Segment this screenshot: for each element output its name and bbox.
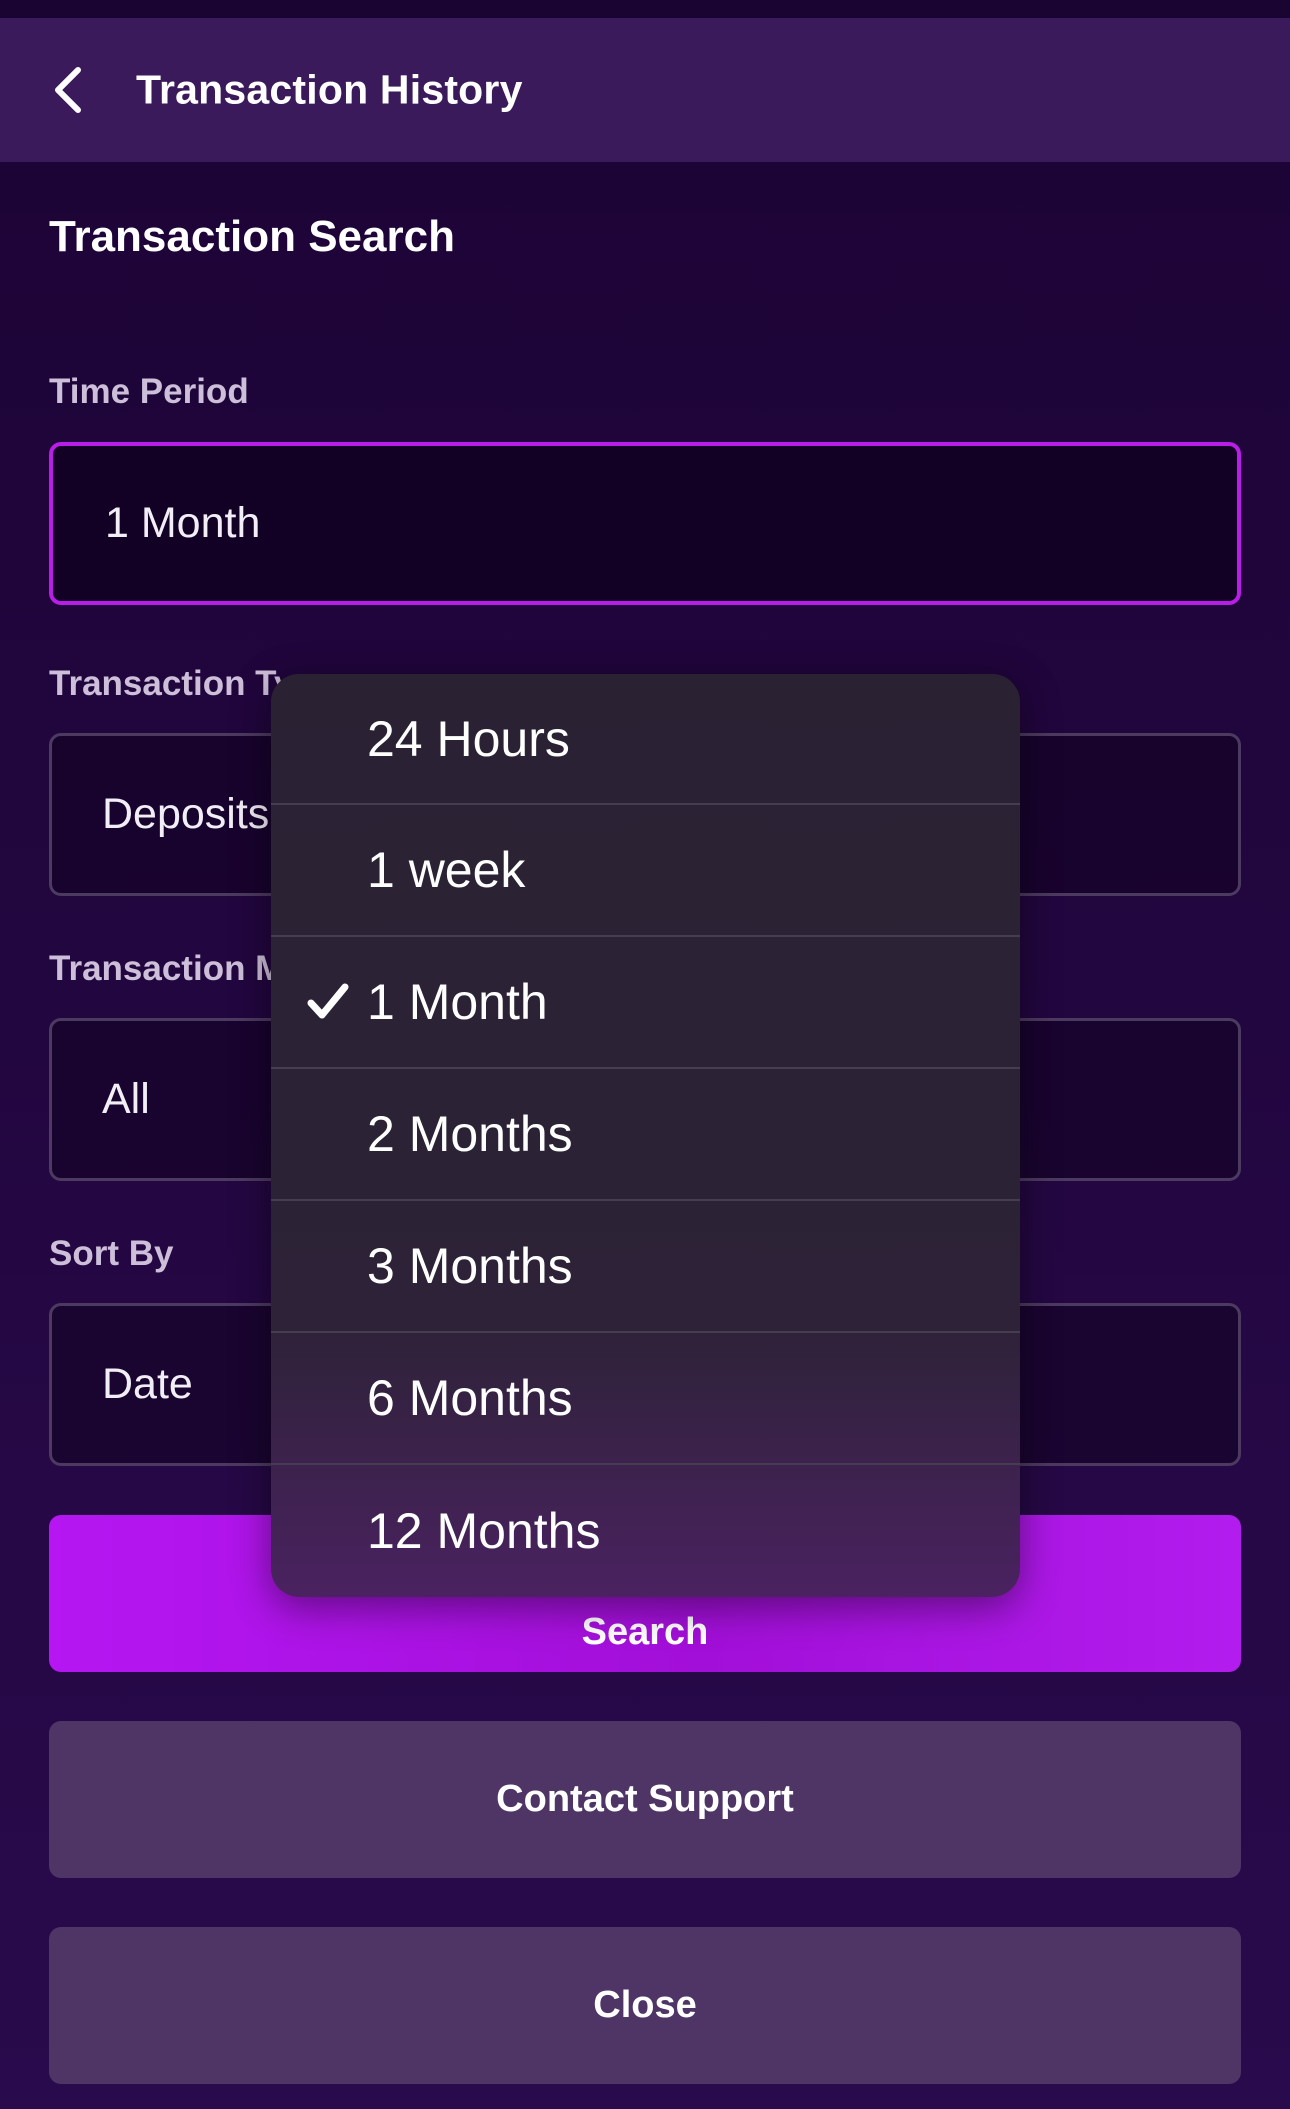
dropdown-option-label: 1 week <box>367 842 526 898</box>
back-button[interactable] <box>40 62 96 118</box>
close-button-label: Close <box>593 1984 697 2026</box>
dropdown-option-label: 6 Months <box>367 1370 573 1426</box>
dropdown-option-label: 3 Months <box>367 1238 573 1294</box>
dropdown-option[interactable]: 3 Months <box>271 1201 1020 1333</box>
contact-support-label: Contact Support <box>496 1778 794 1820</box>
close-button[interactable]: Close <box>49 1927 1241 2084</box>
search-button-label: Search <box>581 1611 709 1653</box>
time-period-value: 1 Month <box>105 499 261 547</box>
dropdown-option-label: 2 Months <box>367 1106 573 1162</box>
dropdown-option[interactable]: 12 Months <box>271 1465 1020 1597</box>
sort-by-value: Date <box>102 1360 193 1408</box>
transaction-type-value: Deposits <box>102 790 270 838</box>
app-header: Transaction History <box>0 18 1290 162</box>
contact-support-button[interactable]: Contact Support <box>49 1721 1241 1878</box>
time-period-select[interactable]: 1 Month <box>49 442 1241 605</box>
dropdown-option[interactable]: 1 Month <box>271 937 1020 1069</box>
transaction-method-label: Transaction M <box>49 949 285 988</box>
section-title: Transaction Search <box>49 212 455 261</box>
transaction-method-value: All <box>102 1075 150 1123</box>
time-period-label: Time Period <box>49 372 249 411</box>
dropdown-option[interactable]: 1 week <box>271 805 1020 937</box>
chevron-left-icon <box>55 67 81 113</box>
transaction-type-label: Transaction Ty <box>49 664 294 703</box>
dropdown-option[interactable]: 24 Hours <box>271 674 1020 805</box>
page-title: Transaction History <box>136 66 523 113</box>
dropdown-option-label: 12 Months <box>367 1503 601 1559</box>
dropdown-option-label: 1 Month <box>367 974 548 1030</box>
status-strip <box>0 0 1290 18</box>
dropdown-option[interactable]: 2 Months <box>271 1069 1020 1201</box>
dropdown-option[interactable]: 6 Months <box>271 1333 1020 1465</box>
checkmark-icon <box>307 983 349 1019</box>
time-period-dropdown: 24 Hours 1 week 1 Month 2 Months 3 Months 6 M… <box>271 674 1020 1597</box>
dropdown-option-label: 24 Hours <box>367 710 570 767</box>
sort-by-label: Sort By <box>49 1234 174 1273</box>
